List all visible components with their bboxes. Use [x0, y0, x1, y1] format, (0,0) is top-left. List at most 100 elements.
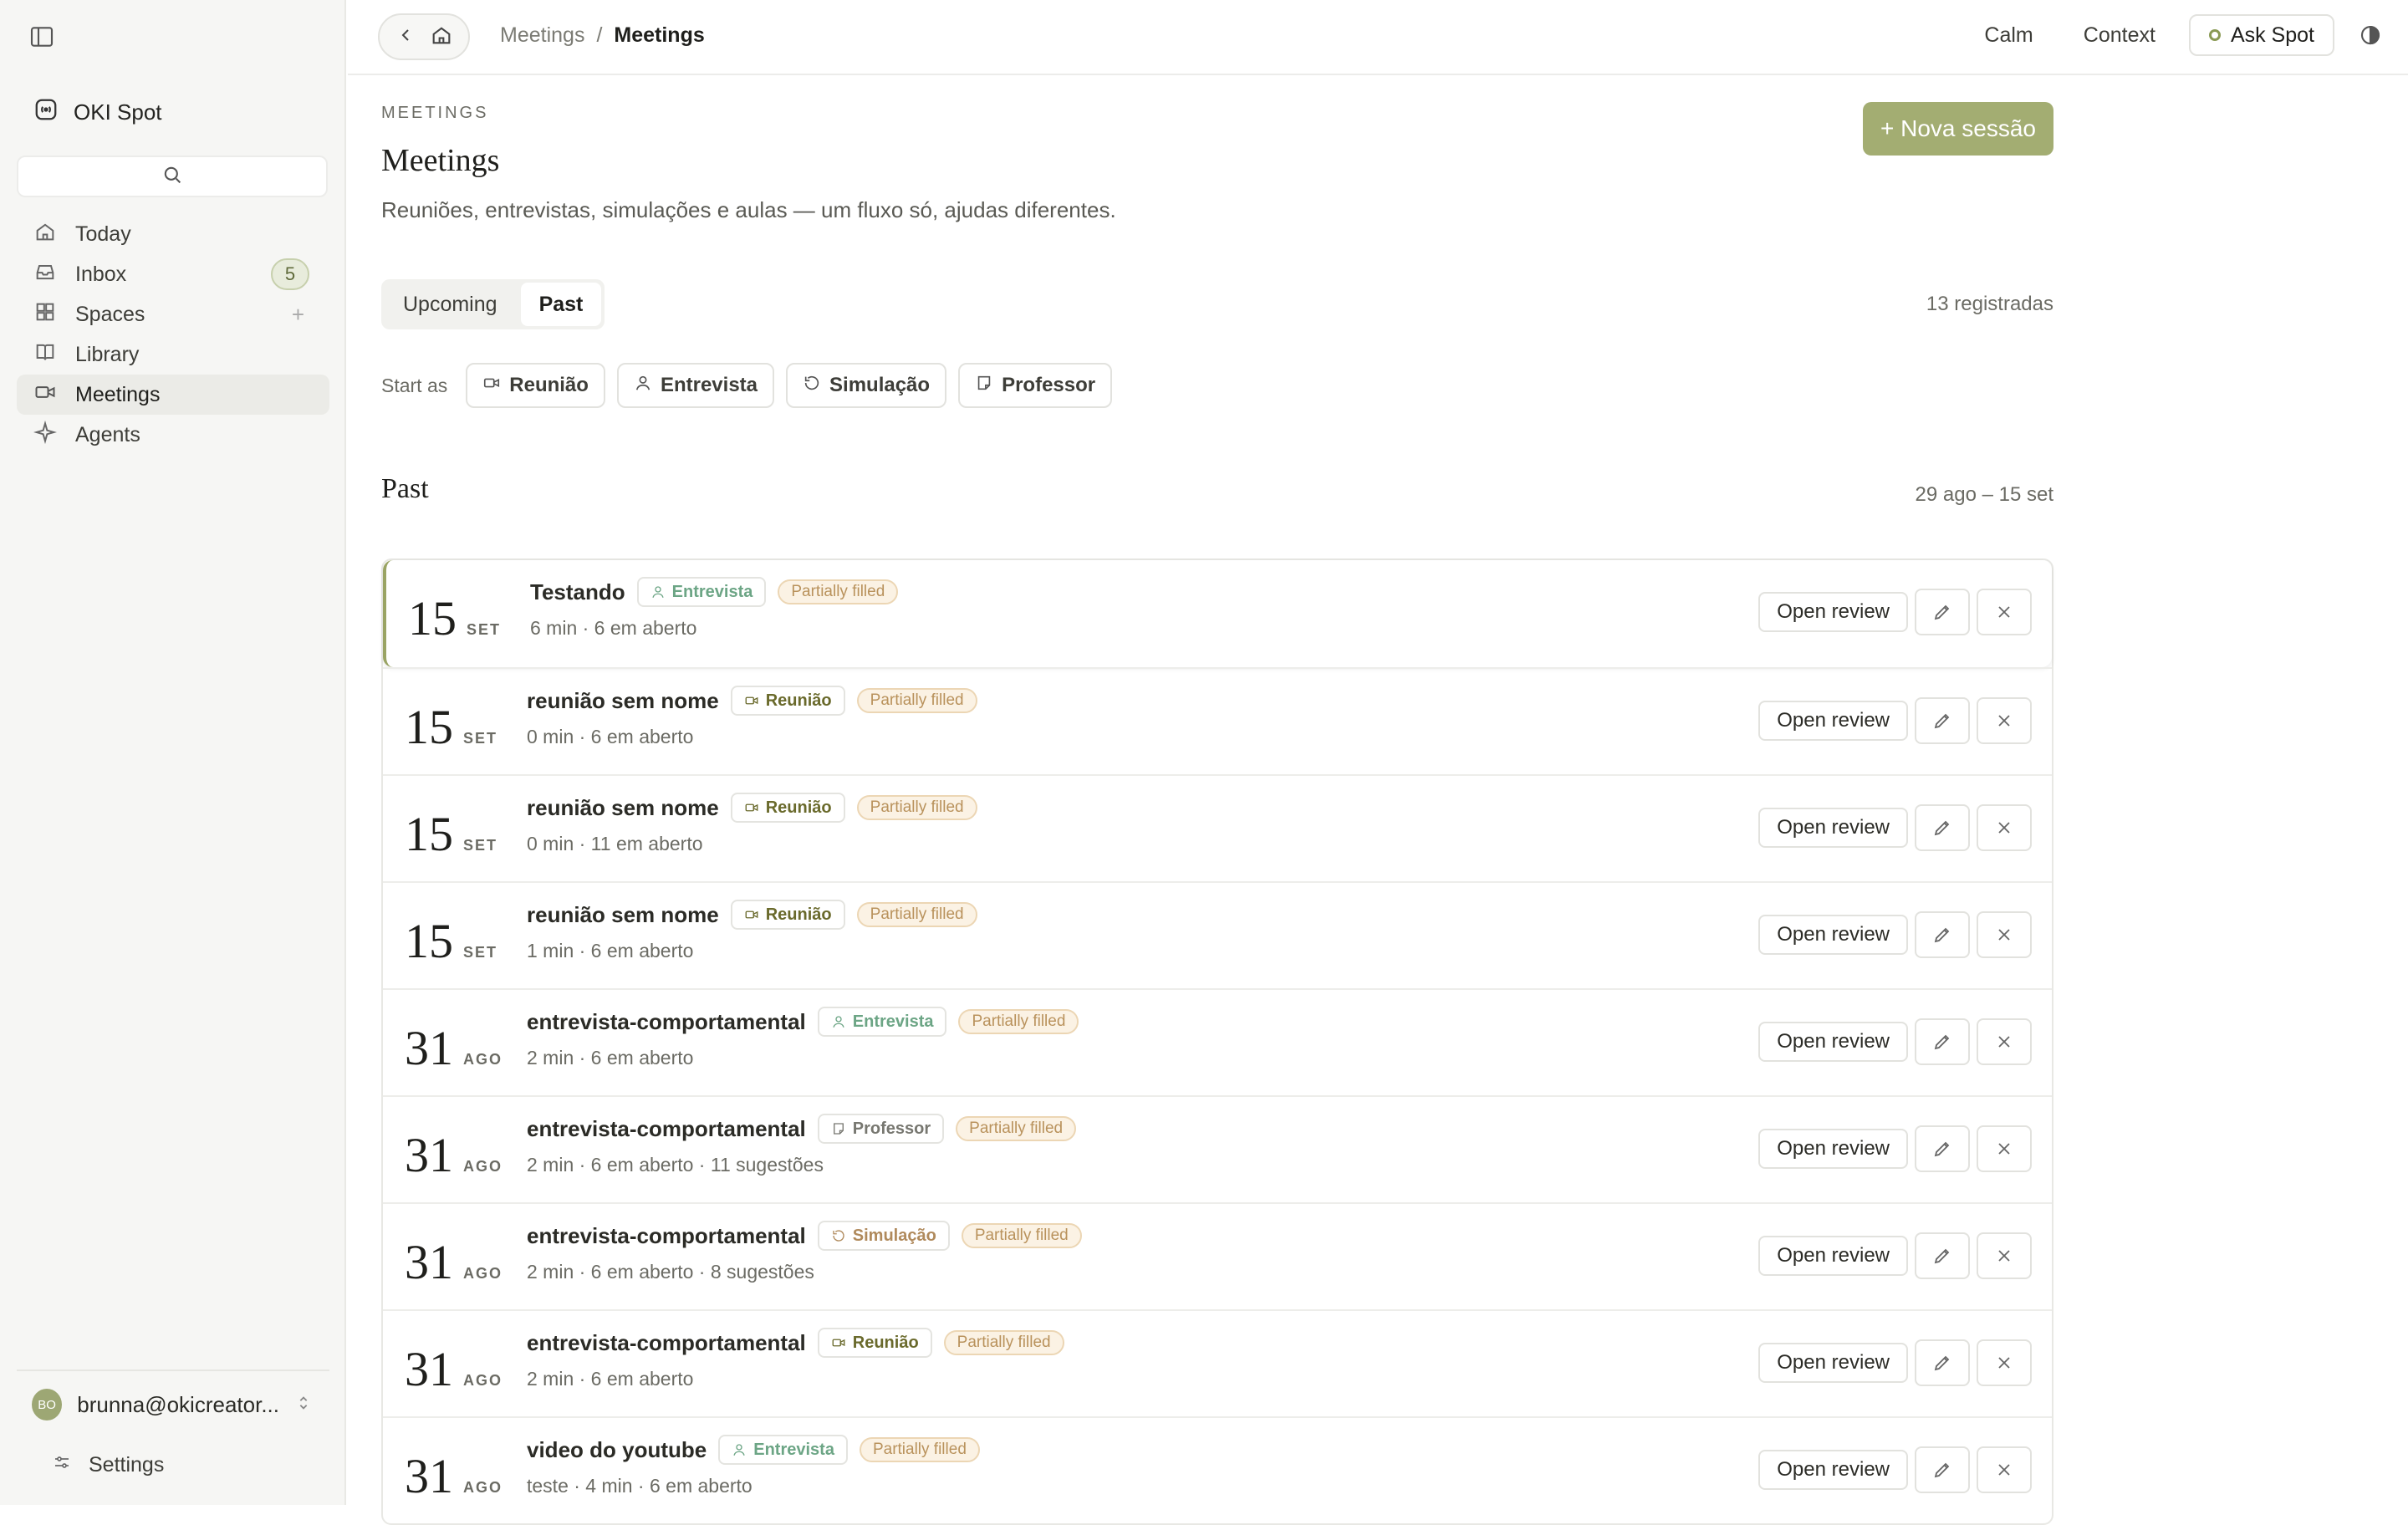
meeting-actions: Open review — [1758, 1018, 2032, 1065]
sidebar-item-inbox[interactable]: Inbox 5 — [17, 254, 329, 294]
delete-button[interactable] — [1977, 911, 2032, 958]
open-review-button[interactable]: Open review — [1758, 592, 1908, 632]
meeting-title[interactable]: entrevista-comportamental — [527, 1116, 806, 1142]
settings-link[interactable]: Settings — [17, 1438, 329, 1492]
calm-button[interactable]: Calm — [1984, 23, 2033, 48]
sidebar-item-agents[interactable]: Agents — [17, 415, 329, 455]
search-input[interactable] — [17, 156, 328, 197]
status-badge: Partially filled — [856, 795, 977, 820]
sidebar-item-meetings[interactable]: Meetings — [17, 375, 329, 415]
edit-button[interactable] — [1915, 589, 1970, 635]
delete-button[interactable] — [1977, 1125, 2032, 1172]
sliders-icon — [52, 1452, 72, 1478]
start-reuniao-button[interactable]: Reunião — [466, 363, 605, 408]
open-review-button[interactable]: Open review — [1758, 1129, 1908, 1169]
meeting-row[interactable]: 31 AGO entrevista-comportamental Reunião… — [383, 1309, 2052, 1416]
ask-spot-button[interactable]: Ask Spot — [2188, 14, 2334, 56]
person-icon — [732, 1442, 747, 1457]
sidebar-nav: Today Inbox 5 Spaces + Library Meetings … — [17, 214, 329, 455]
pencil-icon — [1932, 1246, 1952, 1266]
edit-button[interactable] — [1915, 1018, 1970, 1065]
meeting-type-label: Entrevista — [671, 582, 753, 601]
sidebar-item-spaces[interactable]: Spaces + — [17, 294, 329, 334]
video-icon — [831, 1335, 846, 1350]
delete-button[interactable] — [1977, 589, 2032, 635]
meeting-title[interactable]: video do youtube — [527, 1437, 707, 1463]
refresh-icon — [831, 1228, 846, 1243]
new-session-button[interactable]: + Nova sessão — [1863, 102, 2053, 156]
edit-button[interactable] — [1915, 1339, 1970, 1386]
open-review-button[interactable]: Open review — [1758, 808, 1908, 848]
delete-button[interactable] — [1977, 1446, 2032, 1493]
theme-toggle-icon[interactable] — [2358, 23, 2383, 48]
open-review-button[interactable]: Open review — [1758, 1236, 1908, 1276]
video-icon — [744, 800, 759, 815]
meeting-type-tag: Entrevista — [817, 1007, 947, 1037]
start-as-label: Start as — [381, 374, 448, 396]
meeting-row[interactable]: 31 AGO video do youtube Entrevista Parti… — [383, 1416, 2052, 1523]
open-review-button[interactable]: Open review — [1758, 701, 1908, 741]
meeting-row[interactable]: 15 SET reunião sem nome Reunião Partiall… — [383, 774, 2052, 881]
meeting-row[interactable]: 31 AGO entrevista-comportamental Entrevi… — [383, 988, 2052, 1095]
meeting-title[interactable]: entrevista-comportamental — [527, 1009, 806, 1035]
meeting-title[interactable]: Testando — [530, 579, 625, 605]
status-badge: Partially filled — [958, 1009, 1079, 1034]
meeting-title[interactable]: reunião sem nome — [527, 688, 719, 714]
tab-past[interactable]: Past — [520, 283, 602, 326]
meeting-meta: 2 min · 6 em aberto · 11 sugestões — [527, 1154, 824, 1176]
open-review-button[interactable]: Open review — [1758, 1343, 1908, 1383]
meeting-row[interactable]: 31 AGO entrevista-comportamental Profess… — [383, 1095, 2052, 1202]
breadcrumb-item[interactable]: Meetings — [500, 23, 584, 48]
meeting-type-tag: Reunião — [817, 1328, 932, 1358]
topbar-actions: Calm Context Ask Spot — [1984, 13, 2408, 57]
edit-button[interactable] — [1915, 911, 1970, 958]
start-simulacao-button[interactable]: Simulação — [786, 363, 947, 408]
user-menu[interactable]: BO brunna@okicreator... — [17, 1371, 329, 1438]
edit-button[interactable] — [1915, 697, 1970, 744]
meeting-title[interactable]: reunião sem nome — [527, 902, 719, 928]
person-icon — [831, 1014, 846, 1029]
back-icon[interactable] — [395, 25, 416, 49]
meeting-row[interactable]: 31 AGO entrevista-comportamental Simulaç… — [383, 1202, 2052, 1309]
edit-button[interactable] — [1915, 1446, 1970, 1493]
meeting-title-line: reunião sem nome Reunião Partially fille… — [527, 791, 977, 824]
open-review-button[interactable]: Open review — [1758, 915, 1908, 955]
meeting-meta: 6 min · 6 em aberto — [530, 617, 697, 639]
delete-button[interactable] — [1977, 1339, 2032, 1386]
meeting-title[interactable]: reunião sem nome — [527, 795, 719, 821]
sidebar-item-library[interactable]: Library — [17, 334, 329, 375]
brand[interactable]: OKI Spot — [33, 97, 162, 128]
close-icon — [1994, 602, 2014, 622]
meeting-title[interactable]: entrevista-comportamental — [527, 1223, 806, 1249]
meeting-row[interactable]: 15 SET reunião sem nome Reunião Partiall… — [383, 881, 2052, 988]
meeting-day: 31 — [405, 1449, 453, 1503]
status-badge: Partially filled — [859, 1437, 980, 1462]
close-icon — [1994, 818, 2014, 838]
edit-button[interactable] — [1915, 804, 1970, 851]
delete-button[interactable] — [1977, 697, 2032, 744]
meeting-date: 15 SET — [408, 590, 501, 646]
open-review-button[interactable]: Open review — [1758, 1450, 1908, 1490]
add-space-icon[interactable]: + — [292, 302, 304, 328]
edit-button[interactable] — [1915, 1232, 1970, 1279]
brand-name: OKI Spot — [74, 99, 162, 125]
edit-button[interactable] — [1915, 1125, 1970, 1172]
delete-button[interactable] — [1977, 1232, 2032, 1279]
delete-button[interactable] — [1977, 1018, 2032, 1065]
delete-button[interactable] — [1977, 804, 2032, 851]
context-button[interactable]: Context — [2084, 23, 2155, 48]
meeting-row[interactable]: 15 SET Testando Entrevista Partially fil… — [383, 560, 2052, 667]
sidebar-item-today[interactable]: Today — [17, 214, 329, 254]
meeting-row[interactable]: 15 SET reunião sem nome Reunião Partiall… — [383, 667, 2052, 774]
meeting-type-label: Simulação — [852, 1226, 936, 1245]
sidebar-toggle-icon[interactable] — [28, 23, 55, 50]
home-nav-icon[interactable] — [430, 23, 453, 51]
start-professor-button[interactable]: Professor — [958, 363, 1113, 408]
start-entrevista-button[interactable]: Entrevista — [616, 363, 775, 408]
tab-upcoming[interactable]: Upcoming — [385, 283, 516, 326]
meeting-actions: Open review — [1758, 1339, 2032, 1386]
meeting-day: 31 — [405, 1128, 453, 1182]
meeting-actions: Open review — [1758, 1446, 2032, 1493]
meeting-title[interactable]: entrevista-comportamental — [527, 1330, 806, 1356]
open-review-button[interactable]: Open review — [1758, 1022, 1908, 1062]
